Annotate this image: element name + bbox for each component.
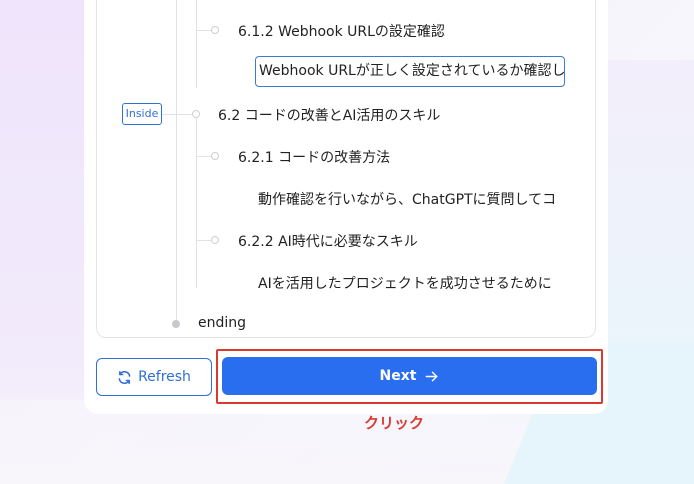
tree-node-6-1-2[interactable]: 6.1.2 Webhook URLの設定確認 (238, 21, 445, 41)
refresh-button[interactable]: Refresh (96, 358, 212, 396)
tree-sub-line-6-2 (196, 118, 197, 288)
tree-node-ending[interactable]: ending (198, 315, 246, 331)
next-button-label: Next (379, 368, 417, 384)
tree-node-dot (211, 152, 219, 160)
tree-node-text-6-2-2[interactable]: AIを活用したプロジェクトを成功させるために (258, 273, 554, 293)
tree-end-dot (172, 320, 180, 328)
tree-main-line (176, 0, 177, 322)
tree-node-6-2[interactable]: 6.2 コードの改善とAI活用のスキル (218, 105, 440, 125)
next-button[interactable]: Next (222, 357, 597, 395)
click-annotation: クリック (364, 414, 425, 432)
refresh-button-label: Refresh (138, 369, 191, 385)
refresh-icon (118, 370, 131, 384)
tree-node-dot (192, 110, 200, 118)
node-text-input[interactable]: Webhook URLが正しく設定されているか確認し (255, 56, 565, 87)
tree-node-text-6-2-1[interactable]: 動作確認を行いながら、ChatGPTに質問してコ (258, 189, 554, 209)
background-shape-left (0, 0, 90, 400)
arrow-right-icon (426, 371, 438, 381)
tree-node-6-2-1[interactable]: 6.2.1 コードの改善方法 (238, 147, 390, 167)
tree-node-dot (211, 26, 219, 34)
tree-node-dot (211, 236, 219, 244)
tree-node-6-2-2[interactable]: 6.2.2 AI時代に必要なスキル (238, 231, 418, 251)
inside-badge[interactable]: Inside (122, 103, 162, 125)
tree-sub-line-6-1 (196, 0, 197, 88)
